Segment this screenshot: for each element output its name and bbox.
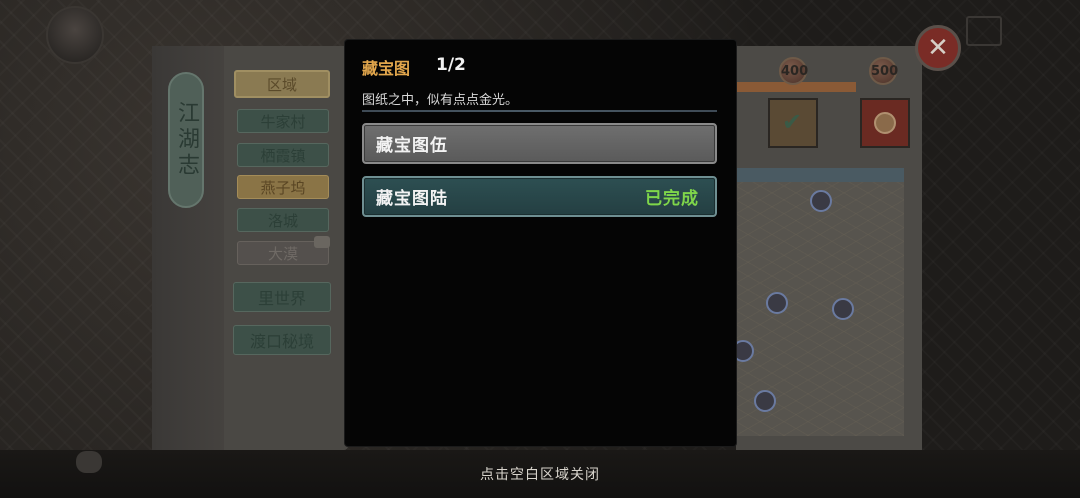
gift-icon — [874, 112, 896, 134]
lock-icon — [314, 236, 330, 248]
modal-description: 图纸之中，似有点点金光。 — [362, 93, 519, 108]
inner-world-button: 里世界 — [233, 282, 331, 312]
region-button-niujiacun: 牛家村 — [237, 109, 329, 133]
close-icon: ✕ — [927, 33, 949, 63]
map-npc-avatar — [754, 390, 776, 412]
close-button[interactable]: ✕ — [915, 25, 961, 71]
close-hint[interactable]: 点击空白区域关闭 — [0, 464, 1080, 484]
ferry-secret-realm-button: 渡口秘境 — [233, 325, 331, 355]
map-npc-avatar — [832, 298, 854, 320]
score-marker-label: 400 — [781, 64, 809, 79]
modal-divider — [362, 110, 717, 112]
player-hud — [40, 4, 240, 64]
journal-title: 江湖志 — [168, 72, 204, 208]
treasure-map-item-5[interactable]: 藏宝图伍 — [362, 123, 717, 164]
treasure-map-item-status: 已完成 — [645, 189, 699, 209]
region-button-yanziwu: 燕子坞 — [237, 175, 329, 199]
map-npc-avatar — [810, 190, 832, 212]
region-button-luocheng: 洛城 — [237, 208, 329, 232]
region-header: 区域 — [234, 70, 330, 98]
modal-progress: 1/2 — [436, 55, 466, 75]
region-button-qixiazhen: 栖霞镇 — [237, 143, 329, 167]
menu-icon — [966, 16, 1002, 46]
treasure-map-item-name: 藏宝图陆 — [376, 189, 448, 209]
score-marker-label: 500 — [871, 64, 899, 79]
map-npc-avatar — [766, 292, 788, 314]
player-avatar — [46, 6, 104, 64]
modal-title: 藏宝图 — [362, 59, 411, 78]
checkmark-icon: ✔ — [782, 108, 803, 136]
treasure-map-item-6[interactable]: 藏宝图陆 已完成 — [362, 176, 717, 217]
treasure-map-item-name: 藏宝图伍 — [376, 136, 448, 156]
